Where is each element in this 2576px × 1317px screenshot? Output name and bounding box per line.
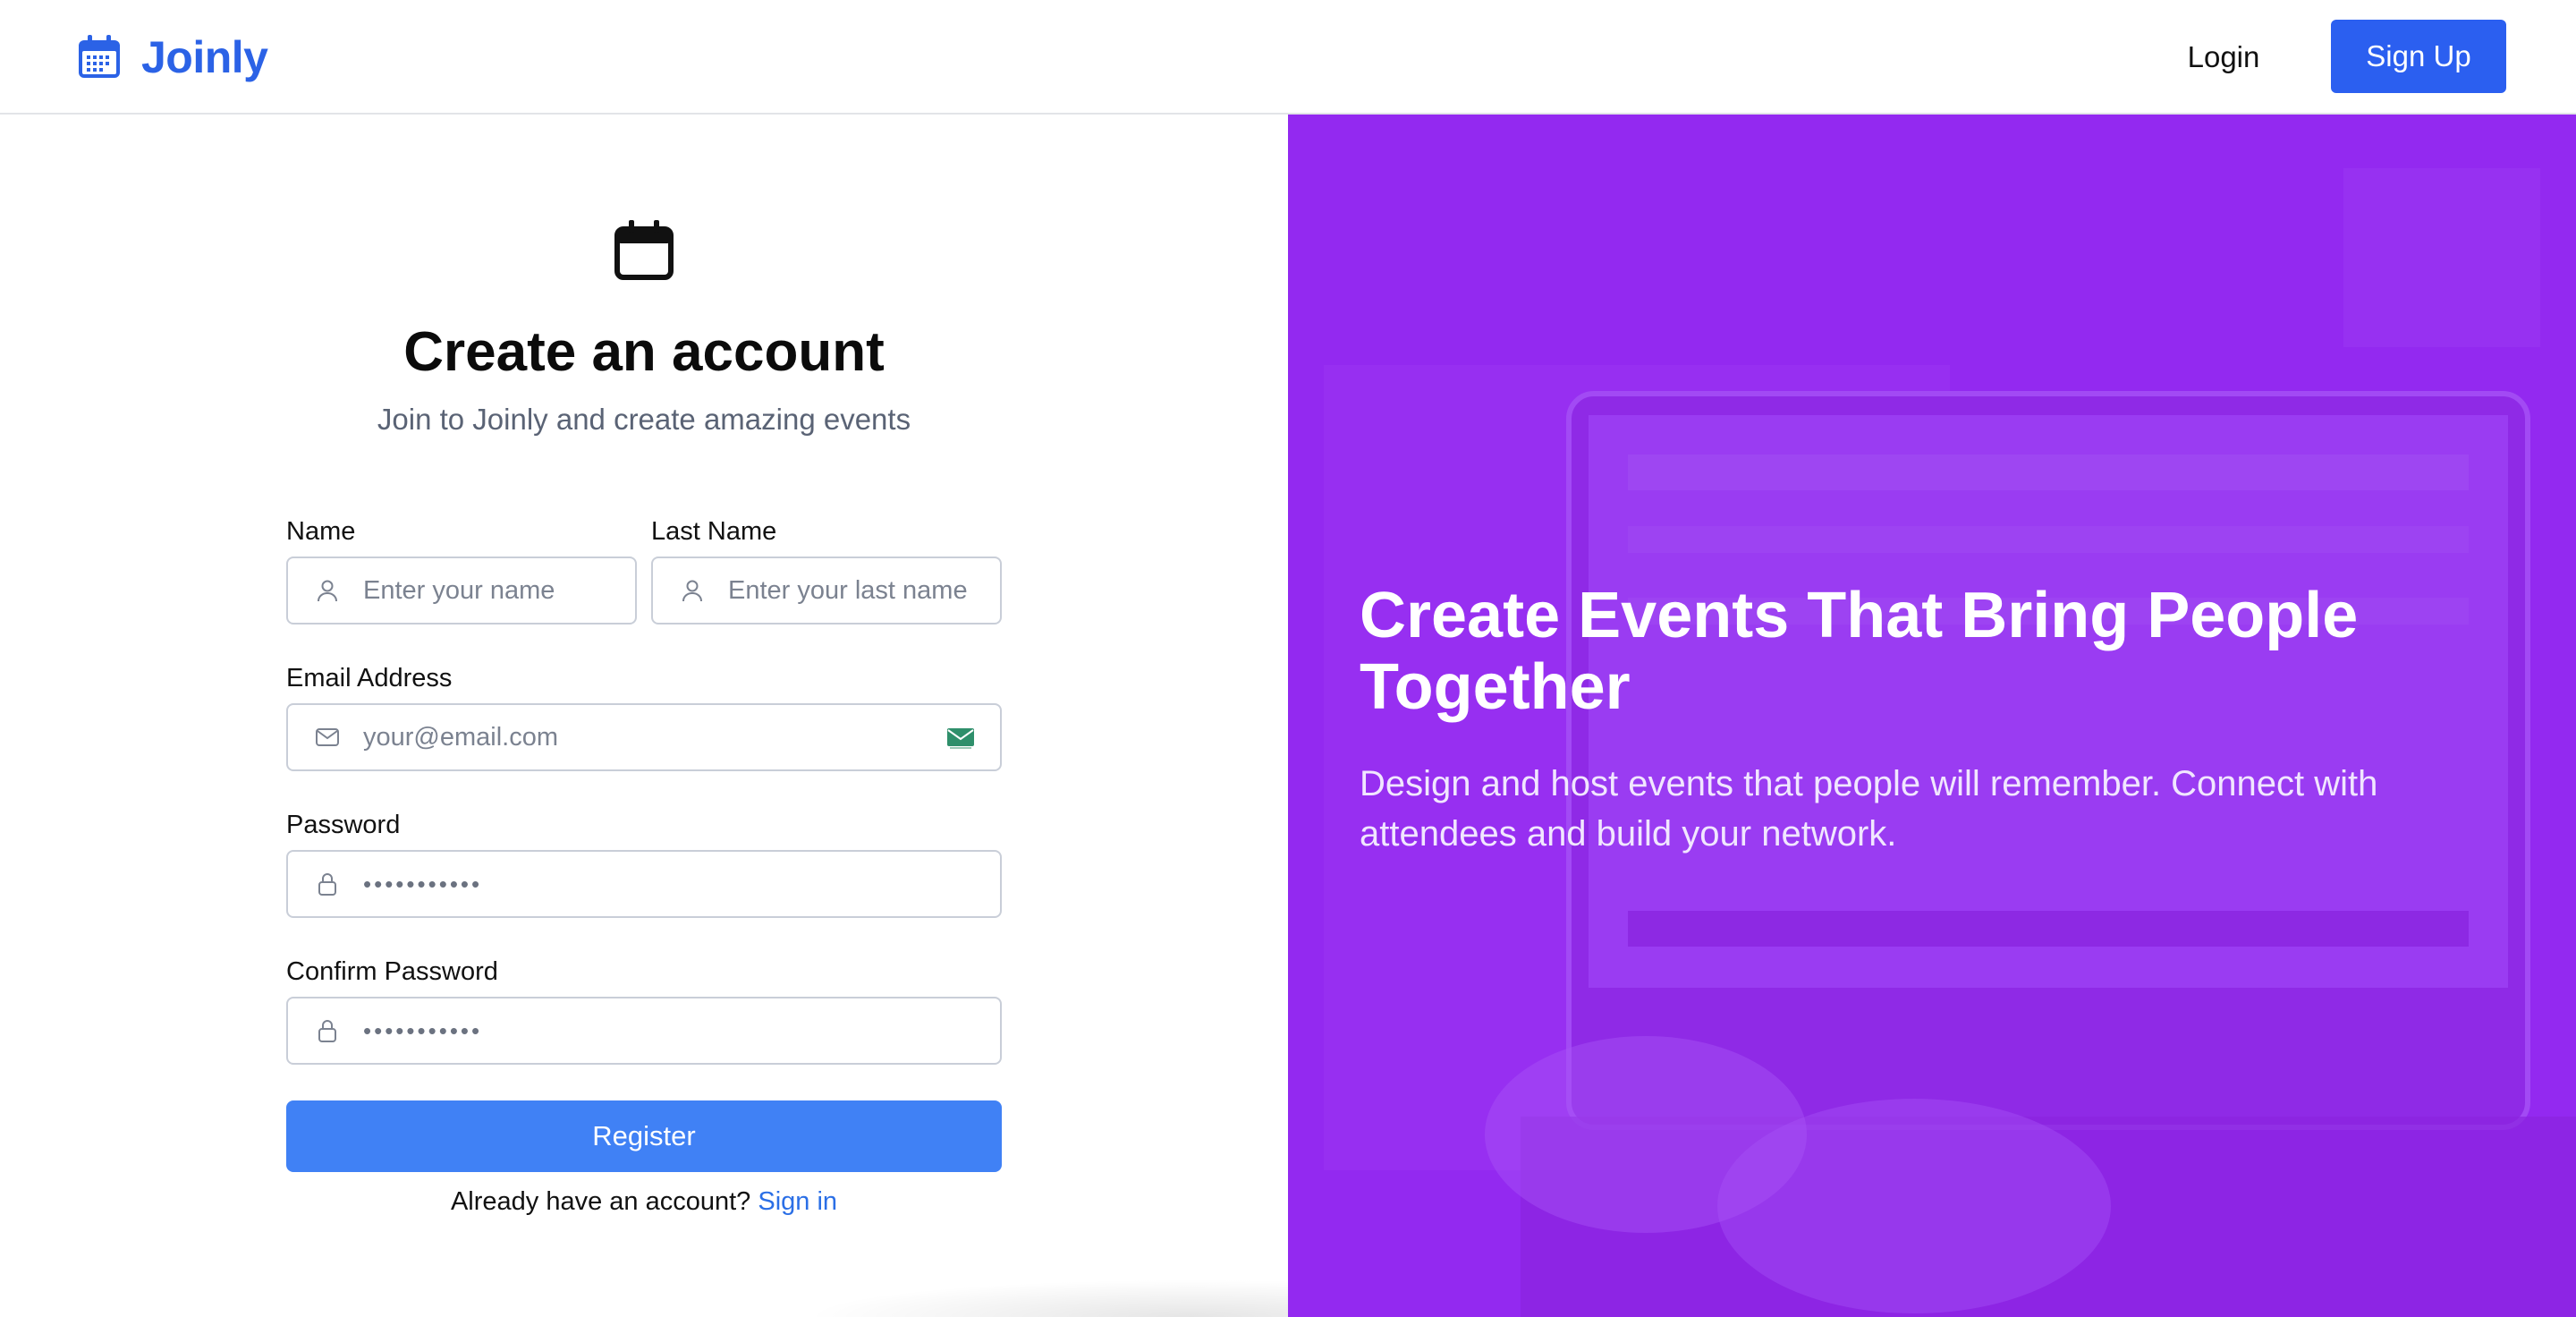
login-link[interactable]: Login (2148, 32, 2299, 82)
user-icon (682, 580, 702, 602)
signin-prompt-text: Already have an account? (450, 1187, 751, 1216)
password-label: Password (286, 811, 401, 839)
mail-icon (316, 728, 339, 746)
calendar-icon (79, 35, 120, 78)
top-navbar: Joinly Login Sign Up (0, 0, 2576, 115)
signin-link[interactable]: Sign in (758, 1187, 837, 1216)
hero-panel: Create Events That Bring People Together… (1288, 115, 2576, 1317)
brand-logo[interactable]: Joinly (75, 32, 268, 82)
confirm-password-field[interactable] (286, 997, 1002, 1065)
email-input[interactable] (363, 705, 1000, 769)
signup-button[interactable]: Sign Up (2331, 20, 2506, 93)
lock-icon (318, 873, 336, 896)
page-title: Create an account (403, 321, 885, 383)
lastname-label: Last Name (651, 517, 777, 546)
lastname-input[interactable] (728, 558, 1000, 623)
register-button[interactable]: Register (286, 1100, 1002, 1172)
signin-prompt: Already have an account? Sign in (0, 1187, 1288, 1217)
password-input[interactable] (363, 852, 1000, 916)
decorative-shadow (805, 1279, 1288, 1317)
user-icon (318, 580, 337, 602)
signup-form-pane: Create an account Join to Joinly and cre… (0, 115, 1288, 1317)
name-label: Name (286, 517, 356, 546)
lock-icon (318, 1020, 336, 1042)
hero-title: Create Events That Bring People Together (1360, 580, 2359, 723)
page-subtitle: Join to Joinly and create amazing events (377, 403, 911, 436)
brand-name: Joinly (141, 32, 268, 82)
lastname-field[interactable] (651, 557, 1002, 625)
mail-badge-icon[interactable] (946, 726, 975, 750)
confirm-password-label: Confirm Password (286, 957, 498, 986)
email-field[interactable] (286, 703, 1002, 771)
name-input[interactable] (363, 558, 635, 623)
email-label: Email Address (286, 664, 453, 692)
calendar-icon (614, 220, 674, 280)
hero-description: Design and host events that people will … (1360, 764, 2378, 854)
password-field[interactable] (286, 850, 1002, 918)
name-field[interactable] (286, 557, 637, 625)
confirm-password-input[interactable] (363, 998, 1000, 1063)
